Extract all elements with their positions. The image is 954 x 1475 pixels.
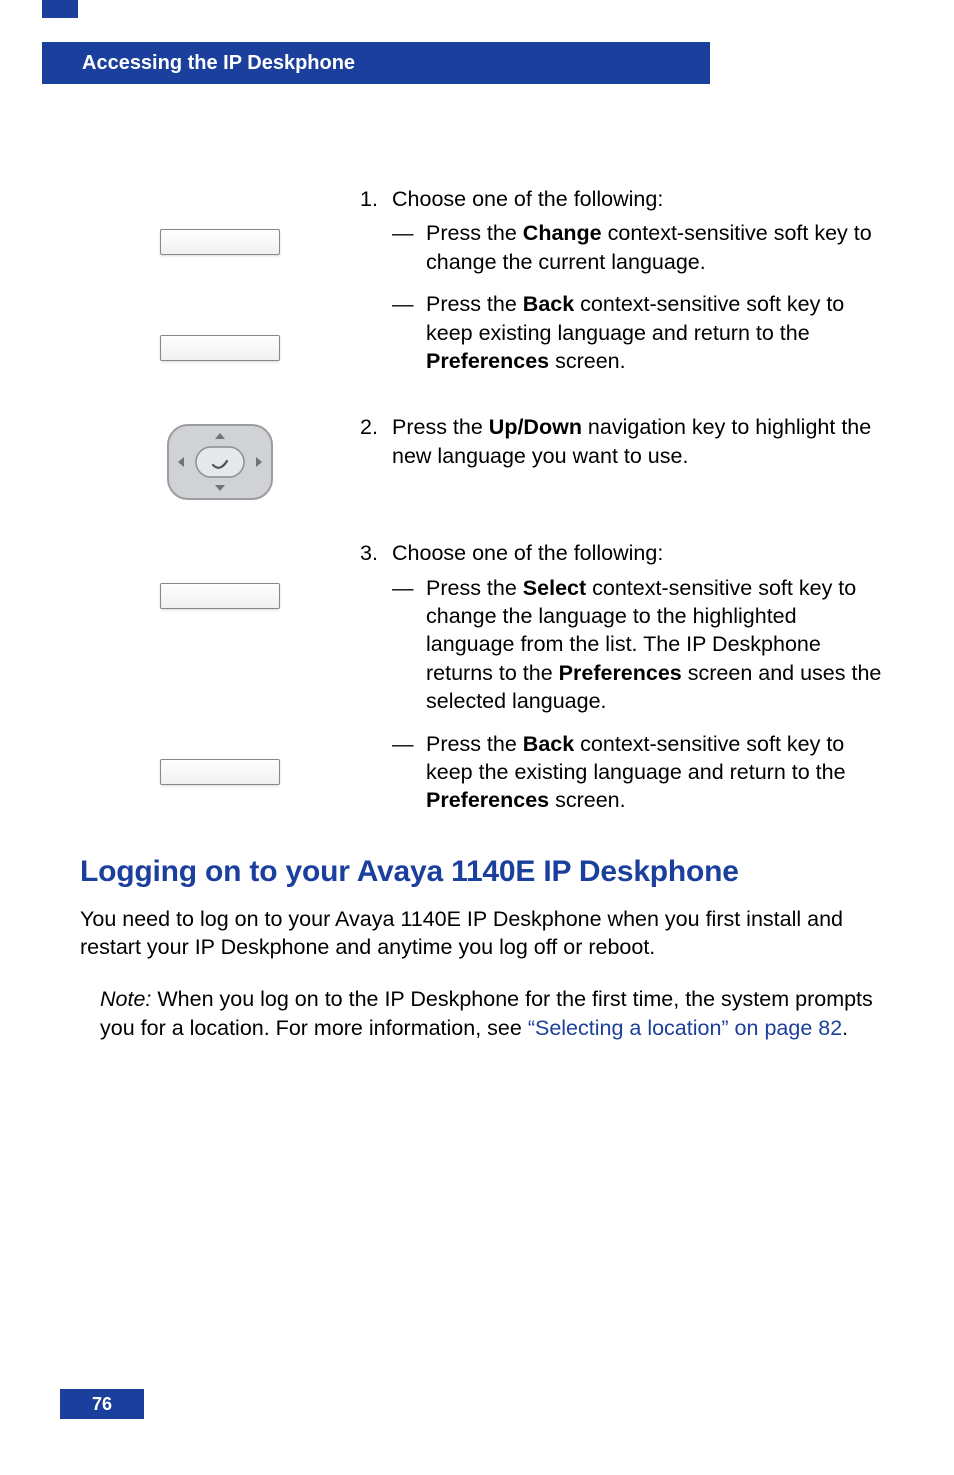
step-2-body: Press the Up/Down navigation key to high… (392, 413, 880, 470)
dash-icon: — (392, 730, 426, 815)
navigation-key-icon (166, 423, 274, 501)
step-3-item-a-text: Press the Select context-sensitive soft … (426, 574, 884, 716)
dash-icon: — (392, 290, 426, 375)
step-3-lead: Choose one of the following: (392, 539, 880, 567)
change-softkey-icon (160, 229, 280, 255)
page-number-text: 76 (92, 1394, 112, 1415)
step-1-lead: Choose one of the following: (392, 185, 880, 213)
step-1-number: 1. (360, 185, 392, 213)
step-2-row: 2.Press the Up/Down navigation key to hi… (80, 413, 884, 501)
note-tail: . (842, 1016, 848, 1040)
step-1-item-a-text: Press the Change context-sensitive soft … (426, 219, 884, 276)
back-softkey-icon (160, 335, 280, 361)
step-3-item-a: — Press the Select context-sensitive sof… (360, 574, 884, 716)
step-3-row: 3.Choose one of the following: — Press t… (80, 539, 884, 814)
dash-icon: — (392, 219, 426, 276)
note-label: Note: (100, 987, 151, 1011)
header-left-notch (42, 0, 78, 18)
dash-icon: — (392, 574, 426, 716)
step-1-icons (80, 185, 360, 361)
step-2-text: 2.Press the Up/Down navigation key to hi… (360, 413, 884, 470)
intro-paragraph: You need to log on to your Avaya 1140E I… (80, 905, 884, 962)
section-heading-logging-on: Logging on to your Avaya 1140E IP Deskph… (80, 855, 884, 889)
step-2-number: 2. (360, 413, 392, 441)
select-softkey-icon (160, 583, 280, 609)
back-softkey-icon (160, 759, 280, 785)
note-link[interactable]: “Selecting a location” on page 82 (528, 1016, 842, 1040)
step-3-text: 3.Choose one of the following: — Press t… (360, 539, 884, 814)
step-1-row: 1.Choose one of the following: — Press t… (80, 185, 884, 375)
step-1-item-a: — Press the Change context-sensitive sof… (360, 219, 884, 276)
page-content: 1.Choose one of the following: — Press t… (80, 185, 884, 1042)
step-3-icons (80, 539, 360, 785)
step-3-number: 3. (360, 539, 392, 567)
step-2-icons (80, 413, 360, 501)
page-header-bar: Accessing the IP Deskphone (42, 42, 710, 84)
page-header-title: Accessing the IP Deskphone (82, 52, 355, 75)
step-1-text: 1.Choose one of the following: — Press t… (360, 185, 884, 375)
page-number: 76 (60, 1389, 144, 1419)
note-block: Note: When you log on to the IP Deskphon… (80, 985, 884, 1042)
step-3-item-b: — Press the Back context-sensitive soft … (360, 730, 884, 815)
step-1-item-b: — Press the Back context-sensitive soft … (360, 290, 884, 375)
step-1-item-b-text: Press the Back context-sensitive soft ke… (426, 290, 884, 375)
step-3-item-b-text: Press the Back context-sensitive soft ke… (426, 730, 884, 815)
